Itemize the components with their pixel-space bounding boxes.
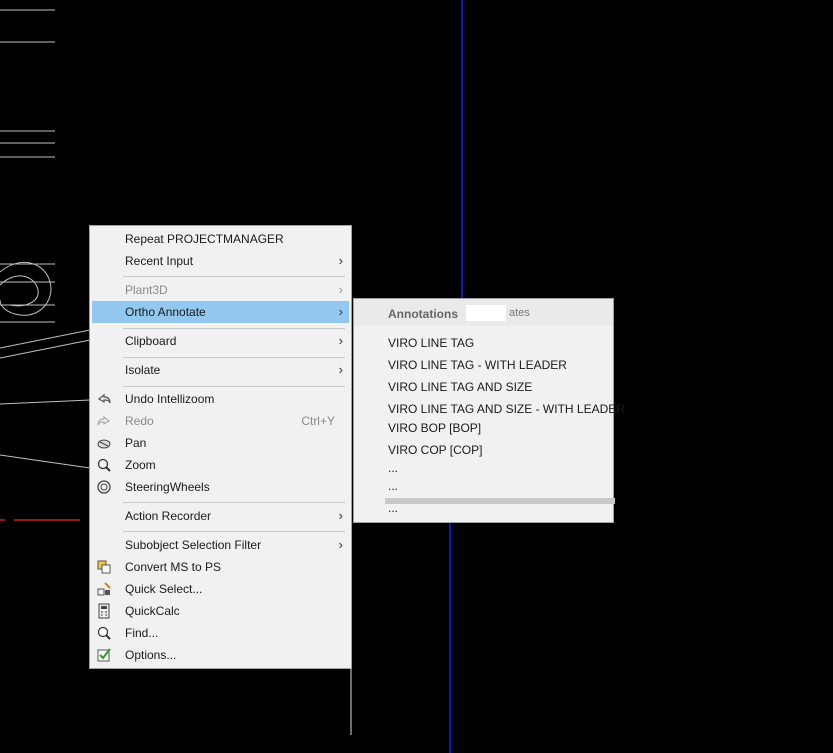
menu-item-ortho-annotate[interactable]: Ortho Annotate › bbox=[92, 301, 349, 323]
menu-separator bbox=[123, 531, 345, 532]
submenu-item[interactable]: VIRO LINE TAG AND SIZE - WITH LEADER bbox=[388, 402, 625, 416]
zoom-icon bbox=[96, 457, 112, 473]
menu-item-redo[interactable]: Redo Ctrl+Y bbox=[92, 410, 349, 432]
menu-separator bbox=[123, 276, 345, 277]
menu-item-label: Isolate bbox=[125, 363, 161, 377]
submenu-item[interactable]: ... bbox=[388, 461, 398, 475]
menu-separator bbox=[123, 502, 345, 503]
chevron-right-icon: › bbox=[338, 282, 343, 297]
menu-item-find[interactable]: Find... bbox=[92, 622, 349, 644]
menu-item-label: Repeat PROJECTMANAGER bbox=[125, 232, 284, 246]
menu-item-label: Ortho Annotate bbox=[125, 305, 206, 319]
pan-hand-icon bbox=[96, 435, 112, 451]
submenu-item[interactable]: VIRO COP [COP] bbox=[388, 443, 482, 457]
menu-item-label: Subobject Selection Filter bbox=[125, 538, 262, 552]
chevron-right-icon: › bbox=[338, 537, 343, 552]
convert-icon bbox=[96, 559, 112, 575]
menu-item-label: SteeringWheels bbox=[125, 480, 210, 494]
menu-item-label: Recent Input bbox=[125, 254, 194, 268]
context-menu: Repeat PROJECTMANAGER Recent Input › Plant3… bbox=[89, 225, 352, 669]
menu-item-repeat-projectmanager[interactable]: Repeat PROJECTMANAGER bbox=[92, 228, 349, 250]
redaction-mask bbox=[466, 305, 506, 321]
menu-item-label: Plant3D bbox=[125, 283, 168, 297]
redo-icon bbox=[96, 413, 112, 429]
undo-icon bbox=[96, 391, 112, 407]
submenu-header: Annotations ates bbox=[354, 299, 613, 326]
chevron-right-icon: › bbox=[338, 304, 343, 319]
submenu-item[interactable]: ... bbox=[388, 479, 398, 493]
chevron-right-icon: › bbox=[338, 362, 343, 377]
menu-item-subobject-selection-filter[interactable]: Subobject Selection Filter › bbox=[92, 534, 349, 556]
menu-item-label: Convert MS to PS bbox=[125, 560, 222, 574]
menu-item-label: Redo bbox=[125, 414, 154, 428]
menu-item-label: Quick Select... bbox=[125, 582, 203, 596]
menu-item-clipboard[interactable]: Clipboard › bbox=[92, 330, 349, 352]
submenu-item[interactable]: VIRO LINE TAG - WITH LEADER bbox=[388, 358, 567, 372]
submenu-header-label: Annotations bbox=[388, 307, 458, 321]
calculator-icon bbox=[96, 603, 112, 619]
ortho-annotate-submenu: Annotations ates VIRO LINE TAG VIRO LINE … bbox=[353, 298, 625, 523]
submenu-scrollbar[interactable] bbox=[385, 498, 615, 504]
submenu-item[interactable]: ... bbox=[388, 501, 398, 515]
menu-item-label: Zoom bbox=[125, 458, 156, 472]
menu-item-options[interactable]: Options... bbox=[92, 644, 349, 666]
menu-item-label: Action Recorder bbox=[125, 509, 212, 523]
menu-item-zoom[interactable]: Zoom bbox=[92, 454, 349, 476]
menu-item-steeringwheels[interactable]: SteeringWheels bbox=[92, 476, 349, 498]
menu-item-label: QuickCalc bbox=[125, 604, 180, 618]
submenu-item[interactable]: VIRO LINE TAG AND SIZE bbox=[388, 380, 532, 394]
find-icon bbox=[96, 625, 112, 641]
quick-select-icon bbox=[96, 581, 112, 597]
steering-wheel-icon bbox=[96, 479, 112, 495]
menu-item-label: Pan bbox=[125, 436, 147, 450]
menu-item-isolate[interactable]: Isolate › bbox=[92, 359, 349, 381]
chevron-right-icon: › bbox=[338, 508, 343, 523]
menu-item-recent-input[interactable]: Recent Input › bbox=[92, 250, 349, 272]
menu-separator bbox=[123, 328, 345, 329]
menu-item-label: Clipboard bbox=[125, 334, 177, 348]
menu-item-quick-select[interactable]: Quick Select... bbox=[92, 578, 349, 600]
menu-item-action-recorder[interactable]: Action Recorder › bbox=[92, 505, 349, 527]
submenu-item[interactable]: VIRO BOP [BOP] bbox=[388, 421, 481, 435]
menu-item-plant3d[interactable]: Plant3D › bbox=[92, 279, 349, 301]
chevron-right-icon: › bbox=[338, 253, 343, 268]
menu-item-shortcut: Ctrl+Y bbox=[301, 414, 335, 428]
options-check-icon bbox=[96, 647, 112, 663]
menu-item-quickcalc[interactable]: QuickCalc bbox=[92, 600, 349, 622]
submenu-item[interactable]: VIRO LINE TAG bbox=[388, 336, 474, 350]
menu-item-pan[interactable]: Pan bbox=[92, 432, 349, 454]
menu-separator bbox=[123, 357, 345, 358]
menu-item-label: Options... bbox=[125, 648, 177, 662]
menu-item-label: Find... bbox=[125, 626, 159, 640]
menu-item-undo-intellizoom[interactable]: Undo Intellizoom bbox=[92, 388, 349, 410]
submenu-header-suffix: ates bbox=[509, 307, 530, 319]
menu-separator bbox=[123, 386, 345, 387]
menu-item-convert-ms-to-ps[interactable]: Convert MS to PS bbox=[92, 556, 349, 578]
menu-item-label: Undo Intellizoom bbox=[125, 392, 215, 406]
chevron-right-icon: › bbox=[338, 333, 343, 348]
